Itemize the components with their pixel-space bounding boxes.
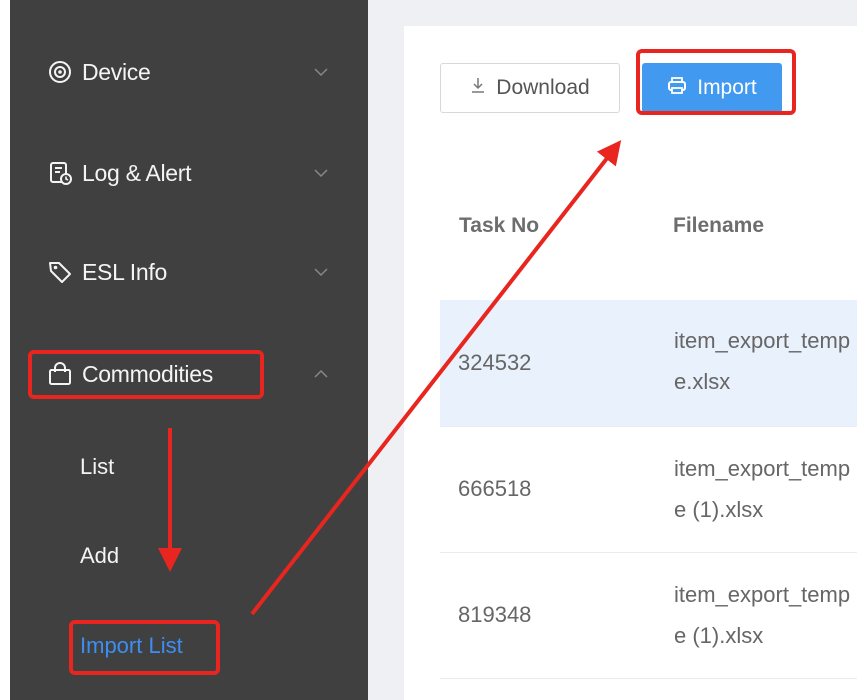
table-row[interactable]: 819348 item_export_temp e (1).xlsx — [440, 552, 857, 679]
table-row[interactable]: 666518 item_export_temp e (1).xlsx — [440, 426, 857, 553]
filename-cell: item_export_temp e.xlsx — [674, 320, 850, 402]
download-button-label: Download — [496, 76, 590, 99]
filename-line: e.xlsx — [674, 369, 731, 394]
sidebar-item-label: Log & Alert — [82, 159, 192, 186]
tag-icon — [46, 258, 74, 286]
sidebar-item-esl-info[interactable]: ESL Info — [10, 242, 368, 302]
sidebar-subitem-add[interactable]: Add — [80, 543, 119, 569]
import-button-highlight-box — [636, 49, 796, 115]
filename-line: e (1).xlsx — [674, 623, 764, 648]
import-list-highlight-box — [69, 620, 220, 675]
column-header-filename: Filename — [673, 214, 765, 237]
filename-line: item_export_temp — [674, 456, 851, 481]
device-icon — [46, 58, 74, 86]
sidebar-item-label: Device — [82, 58, 151, 85]
sidebar-item-label: ESL Info — [82, 258, 167, 285]
chevron-down-icon — [310, 162, 332, 184]
sidebar-item-log-alert[interactable]: Log & Alert — [10, 143, 368, 203]
filename-line: item_export_temp — [674, 328, 851, 353]
column-header-task-no: Task No — [459, 214, 540, 237]
task-no-cell: 819348 — [458, 602, 532, 627]
filename-cell: item_export_temp e (1).xlsx — [674, 574, 850, 656]
task-no-cell: 324532 — [458, 350, 532, 375]
chevron-up-icon — [310, 363, 332, 385]
chevron-down-icon — [310, 261, 332, 283]
download-button[interactable]: Download — [440, 63, 620, 113]
log-alert-icon — [46, 159, 74, 187]
table-row[interactable]: 324532 item_export_temp e.xlsx — [440, 300, 857, 427]
filename-line: item_export_temp — [674, 582, 851, 607]
filename-cell: item_export_temp e (1).xlsx — [674, 448, 850, 530]
filename-line: e (1).xlsx — [674, 497, 764, 522]
task-no-cell: 666518 — [458, 476, 532, 501]
download-icon — [470, 76, 486, 100]
import-list-card: Download Import Task No Filename 324532 … — [404, 26, 857, 700]
sidebar-subitem-list[interactable]: List — [80, 454, 114, 480]
commodities-highlight-box — [28, 350, 264, 399]
sidebar-item-device[interactable]: Device — [10, 42, 368, 102]
chevron-down-icon — [310, 61, 332, 83]
